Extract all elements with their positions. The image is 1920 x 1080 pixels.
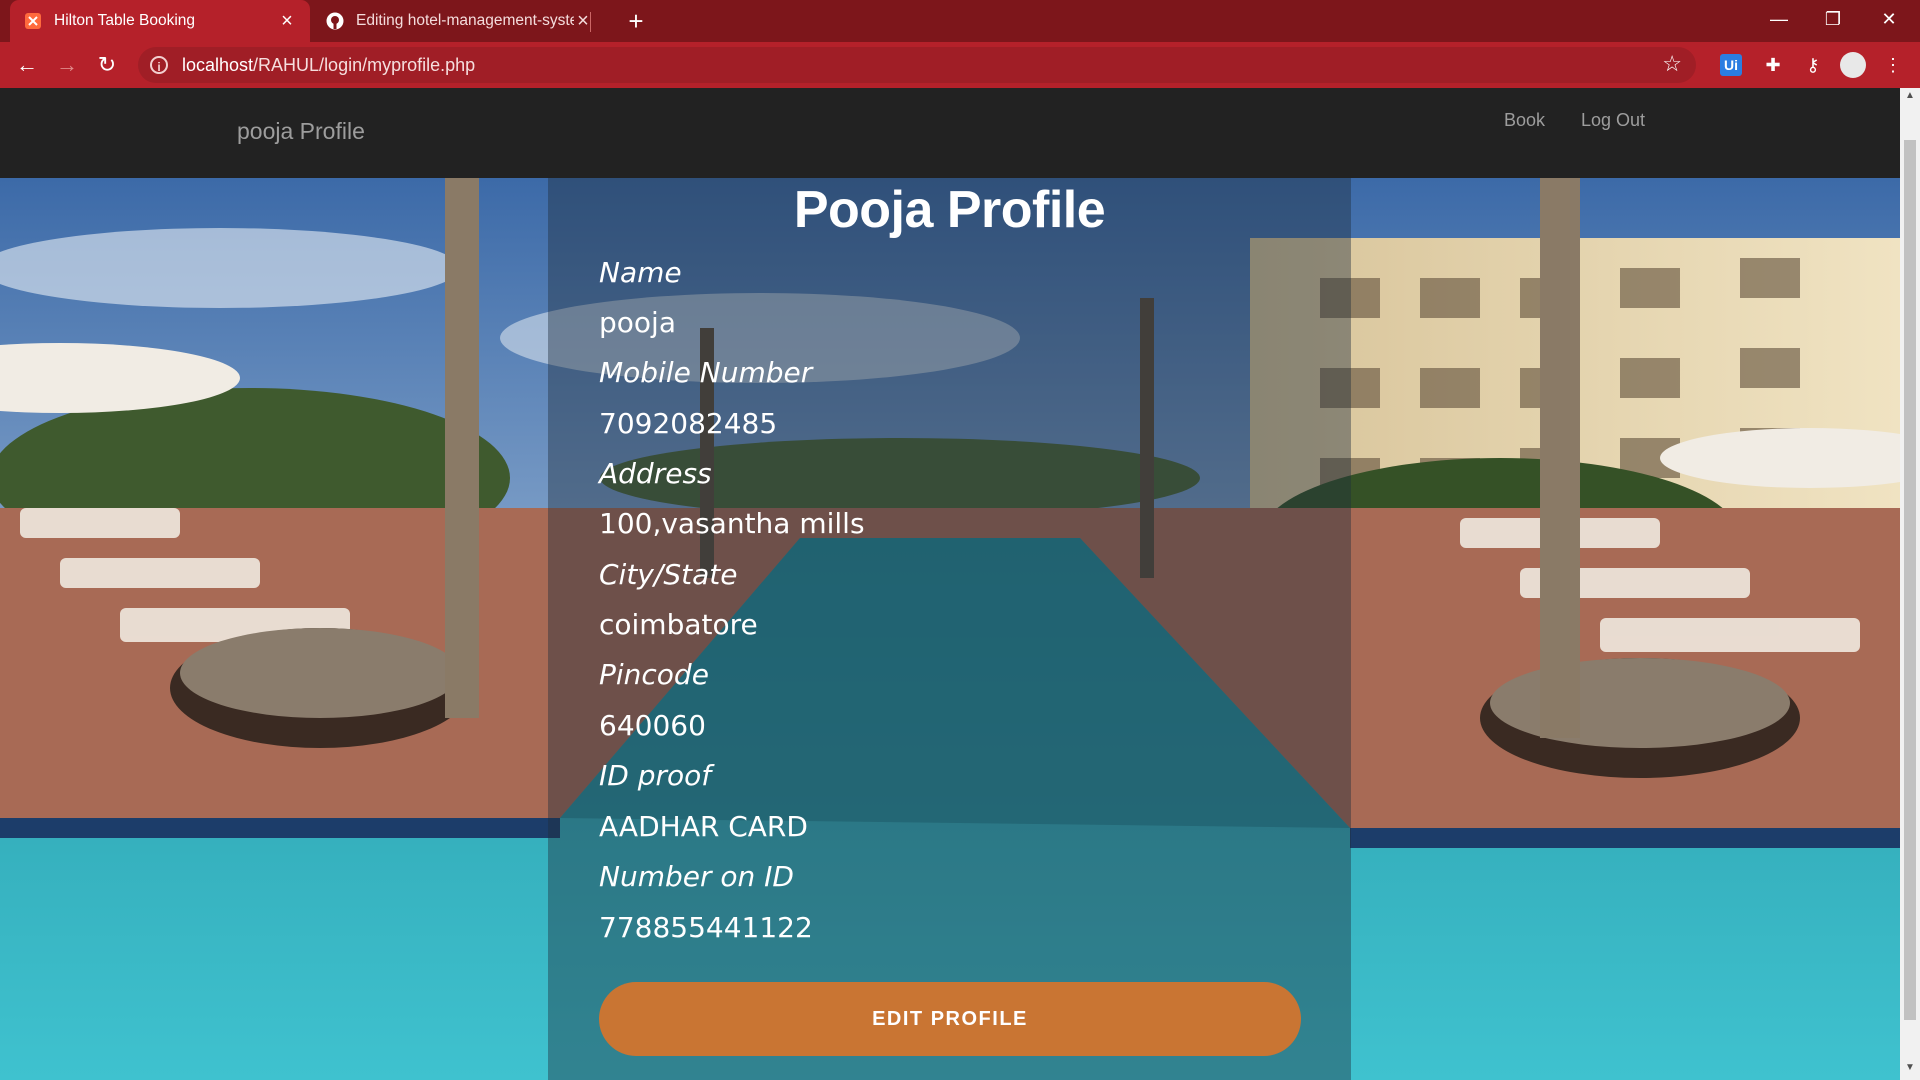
nav-link-logout[interactable]: Log Out <box>1581 110 1645 131</box>
value-city-state: coimbatore <box>599 608 758 641</box>
page-viewport: pooja Profile Book Log Out Pooja Profile… <box>0 88 1920 1080</box>
label-id-proof: ID proof <box>599 759 712 792</box>
page-scrollbar[interactable]: ▲ ▼ <box>1900 88 1920 1080</box>
browser-tab-bar: Hilton Table Booking × Editing hotel-man… <box>0 0 1920 42</box>
site-navbar: pooja Profile Book Log Out <box>0 88 1900 179</box>
value-address: 100,vasantha mills <box>599 507 865 540</box>
edit-profile-button[interactable]: EDIT PROFILE <box>599 982 1301 1056</box>
value-number-on-id: 778855441122 <box>599 911 813 944</box>
nav-link-book[interactable]: Book <box>1504 110 1545 131</box>
profile-avatar-icon[interactable] <box>1840 52 1866 78</box>
tab-title: Editing hotel-management-syste <box>356 12 574 29</box>
value-pincode: 640060 <box>599 709 706 742</box>
label-mobile-number: Mobile Number <box>599 356 813 389</box>
close-tab-icon[interactable]: × <box>278 10 296 33</box>
tab-editing-github[interactable]: Editing hotel-management-syste × <box>312 0 606 42</box>
browser-toolbar: ← → ↻ i localhost/RAHUL/login/myprofile.… <box>0 42 1920 88</box>
label-city-state: City/State <box>599 558 738 591</box>
value-mobile-number: 7092082485 <box>599 407 778 440</box>
extensions-puzzle-icon[interactable]: ✚ <box>1760 52 1786 78</box>
tab-hilton-table-booking[interactable]: Hilton Table Booking × <box>10 0 310 42</box>
site-favicon-icon <box>24 12 42 30</box>
label-name: Name <box>599 256 682 289</box>
restore-icon[interactable]: ❐ <box>1810 0 1856 40</box>
navbar-brand[interactable]: pooja Profile <box>237 118 365 145</box>
new-tab-plus-icon[interactable]: + <box>620 6 652 38</box>
scroll-down-arrow-icon[interactable]: ▼ <box>1900 1062 1920 1078</box>
close-window-icon[interactable]: ✕ <box>1866 0 1912 40</box>
label-address: Address <box>599 457 712 490</box>
address-bar[interactable]: i localhost/RAHUL/login/myprofile.php ☆ <box>138 47 1696 83</box>
tab-title: Hilton Table Booking <box>54 12 196 29</box>
reload-icon[interactable]: ↻ <box>90 48 124 82</box>
bookmark-star-icon[interactable]: ☆ <box>1662 51 1682 77</box>
label-number-on-id: Number on ID <box>599 860 794 893</box>
value-id-proof: AADHAR CARD <box>599 810 808 843</box>
minimize-icon[interactable]: — <box>1756 0 1802 40</box>
profile-heading: Pooja Profile <box>793 181 1106 239</box>
hero-background-image: Pooja Profile Name pooja Mobile Number 7… <box>0 178 1900 1080</box>
github-icon <box>326 12 344 30</box>
value-name: pooja <box>599 306 676 339</box>
scroll-up-arrow-icon[interactable]: ▲ <box>1900 90 1920 106</box>
uipath-extension-icon[interactable]: Ui <box>1720 54 1742 76</box>
tab-divider <box>590 12 591 32</box>
key-icon[interactable]: ⚷ <box>1800 52 1826 78</box>
profile-card: Pooja Profile Name pooja Mobile Number 7… <box>548 178 1351 1080</box>
site-info-icon[interactable]: i <box>150 56 168 74</box>
url-text[interactable]: localhost/RAHUL/login/myprofile.php <box>182 55 475 76</box>
back-arrow-icon[interactable]: ← <box>10 48 44 82</box>
label-pincode: Pincode <box>599 658 709 691</box>
forward-arrow-icon[interactable]: → <box>50 48 84 82</box>
menu-kebab-icon[interactable]: ⋮ <box>1880 52 1906 78</box>
scroll-thumb[interactable] <box>1904 140 1916 1020</box>
